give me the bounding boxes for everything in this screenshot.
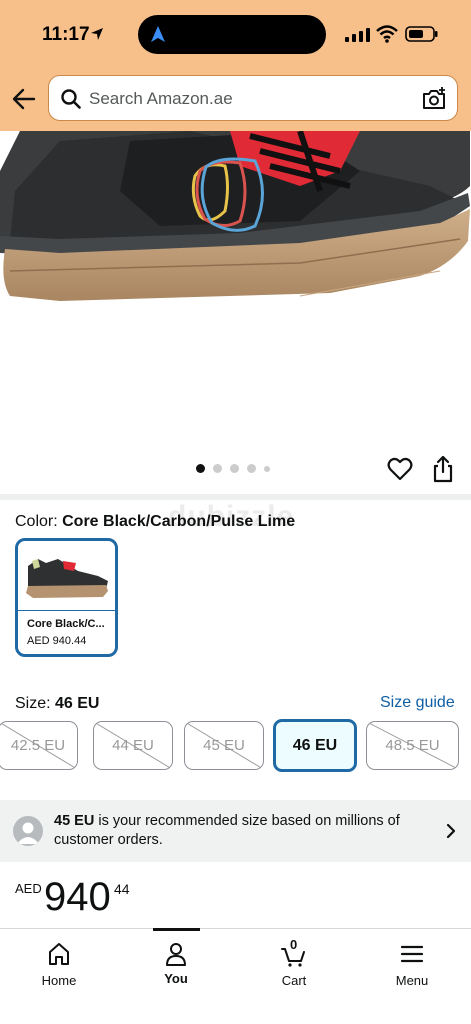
size-option-unavailable[interactable]: 48.5 EU [366,721,459,770]
recommendation-text: 45 EU is your recommended size based on … [54,812,424,850]
avatar [13,816,43,846]
battery-icon [405,26,438,42]
cart-count-badge: 0 [290,937,298,952]
nav-menu[interactable]: Menu [353,929,471,1024]
swatch-divider [18,610,115,611]
nav-active-indicator [153,928,200,931]
swatch-name: Core Black/C... [27,618,105,630]
size-label-text: Size: [15,695,56,712]
share-icon[interactable] [432,455,454,483]
header-bar: 11:17 [0,0,471,131]
color-value: Core Black/Carbon/Pulse Lime [62,513,296,530]
user-icon [17,822,39,844]
size-recommendation-banner[interactable]: 45 EU is your recommended size based on … [0,800,471,862]
image-carousel-dots[interactable] [196,464,270,473]
chevron-right-icon [446,823,456,839]
size-label: Size: 46 EU [15,695,99,713]
nav-menu-label: Menu [395,973,429,988]
shoe-image [0,131,470,301]
size-option-unavailable[interactable]: 45 EU [184,721,264,770]
recommendation-message: is your recommended size based on millio… [54,813,400,848]
color-swatch[interactable]: Core Black/C... AED 940.44 [15,538,118,657]
size-option-label: 44 EU [112,737,154,754]
wifi-icon [376,25,398,43]
size-value: 46 EU [55,695,100,712]
price-fraction: 44 [114,881,130,897]
price-currency: AED [15,881,42,896]
size-guide-link[interactable]: Size guide [380,694,455,712]
nav-you[interactable]: You [117,929,235,1024]
search-input[interactable] [89,86,409,112]
size-option-unavailable[interactable]: 42.5 EU [0,721,78,770]
status-time: 11:17 [42,24,90,45]
cellular-signal-icon [345,28,370,42]
user-icon [166,943,186,966]
nav-home[interactable]: Home [0,929,118,1024]
location-arrow-icon [91,28,103,40]
carousel-dot[interactable] [196,464,205,473]
product-image[interactable] [0,131,471,441]
size-option-label: 48.5 EU [385,737,440,754]
carousel-dot[interactable] [247,464,256,473]
size-option-label: 45 EU [203,737,245,754]
nav-home-label: Home [41,973,77,988]
swatch-price: AED 940.44 [27,635,87,647]
carousel-dot[interactable] [230,464,239,473]
nav-cart-label: Cart [281,973,307,988]
camera-search-icon[interactable] [421,86,447,112]
bottom-nav: Home You Cart Menu [0,928,471,1024]
heart-icon[interactable] [387,456,413,482]
back-arrow-icon[interactable] [10,86,38,112]
size-option-label: 42.5 EU [10,737,66,754]
nav-you-label: You [164,971,188,986]
price-whole: 940 [44,875,111,919]
dynamic-island [138,15,326,54]
color-label: Color: Core Black/Carbon/Pulse Lime [15,513,295,531]
swatch-shoe-image [26,559,108,598]
search-icon [61,89,81,109]
size-option-label: 46 EU [292,736,338,754]
home-icon [49,943,69,965]
search-bar[interactable] [48,75,458,121]
carousel-dot[interactable] [264,465,270,472]
recommended-size: 45 EU [54,813,95,829]
size-option-selected[interactable]: 46 EU [273,719,357,772]
status-bar: 11:17 [0,0,471,70]
size-option-unavailable[interactable]: 44 EU [93,721,173,770]
color-label-text: Color: [15,513,63,530]
navigation-arrow-icon [151,26,165,42]
carousel-dot[interactable] [213,464,222,473]
menu-icon [400,945,424,963]
